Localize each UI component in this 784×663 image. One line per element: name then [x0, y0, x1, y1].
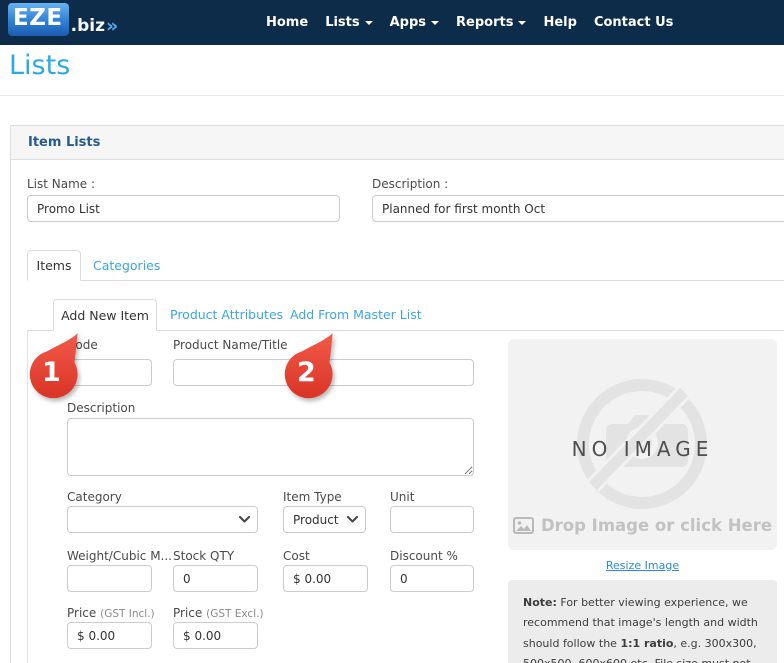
image-note: Note: For better viewing experience, we …	[508, 580, 777, 663]
panel-heading: Item Lists	[28, 135, 100, 150]
item-type-select-value: Product	[293, 513, 339, 527]
svg-text:1: 1	[42, 357, 61, 388]
price-label-sub: (GST Incl.)	[100, 608, 155, 620]
list-name-label: List Name :	[27, 177, 95, 191]
price-label-main: Price	[67, 606, 96, 620]
main-nav: Home Lists Apps Reports Help Contact Us	[266, 0, 673, 45]
price-gst-excl-label: Price (GST Excl.)	[173, 606, 264, 620]
caret-down-icon	[518, 21, 526, 25]
tab-product-attributes[interactable]: Product Attributes	[170, 307, 283, 322]
weight-label: Weight/Cubic M...	[67, 549, 172, 563]
drop-image-text: Drop Image or click Here	[541, 516, 772, 535]
nav-item-apps[interactable]: Apps	[390, 15, 439, 30]
svg-text:2: 2	[297, 357, 316, 388]
picture-icon	[513, 517, 534, 534]
page: EZE .biz » Home Lists Apps Reports Help …	[0, 0, 784, 663]
discount-input[interactable]	[390, 565, 474, 592]
price-label-sub: (GST Excl.)	[206, 608, 263, 620]
note-bold: 1:1 ratio	[620, 637, 673, 650]
annotation-marker-2: 2	[280, 330, 336, 400]
annotation-marker-1: 1	[25, 330, 81, 400]
category-label: Category	[67, 490, 122, 504]
no-image-text: NO IMAGE	[508, 437, 777, 461]
nav-item-lists[interactable]: Lists	[325, 15, 372, 30]
price-gst-incl-input[interactable]	[67, 622, 152, 649]
cost-input[interactable]	[283, 565, 368, 592]
unit-input[interactable]	[390, 506, 474, 533]
unit-label: Unit	[390, 490, 414, 504]
stock-qty-input[interactable]	[173, 565, 258, 592]
list-name-input[interactable]	[27, 195, 340, 222]
list-description-input[interactable]	[372, 195, 784, 222]
outer-tab-divider	[27, 280, 784, 281]
title-divider	[0, 95, 784, 96]
description-label: Description	[67, 401, 135, 415]
item-type-select[interactable]: Product	[283, 506, 366, 533]
brand-eze-mark: EZE	[8, 3, 69, 36]
description-textarea[interactable]	[67, 418, 474, 476]
price-label-main: Price	[173, 606, 202, 620]
chevron-down-icon	[347, 516, 358, 523]
tab-categories[interactable]: Categories	[93, 258, 160, 273]
nav-item-contact-us[interactable]: Contact Us	[594, 15, 673, 30]
nav-item-lists-label: Lists	[325, 15, 359, 30]
item-type-label: Item Type	[283, 490, 342, 504]
cost-label: Cost	[283, 549, 310, 563]
nav-item-reports[interactable]: Reports	[456, 15, 526, 30]
nav-item-home[interactable]: Home	[266, 15, 308, 30]
weight-input[interactable]	[67, 565, 152, 592]
caret-down-icon	[365, 21, 373, 25]
nav-item-help[interactable]: Help	[543, 15, 576, 30]
brand-tld: .biz	[71, 17, 105, 36]
nav-item-reports-label: Reports	[456, 15, 513, 30]
panel-header: Item Lists	[10, 125, 784, 160]
tab-add-from-master-list[interactable]: Add From Master List	[290, 307, 422, 322]
discount-label: Discount %	[390, 549, 458, 563]
tab-items[interactable]: Items	[27, 250, 81, 281]
caret-down-icon	[431, 21, 439, 25]
drop-image-hint[interactable]: Drop Image or click Here	[508, 516, 777, 535]
price-gst-incl-label: Price (GST Incl.)	[67, 606, 155, 620]
resize-image-wrapper: Resize Image	[508, 559, 777, 572]
tab-add-new-item[interactable]: Add New Item	[53, 299, 157, 331]
note-bold: Note:	[523, 596, 557, 609]
product-name-label: Product Name/Title	[173, 338, 288, 352]
brand-logo[interactable]: EZE .biz »	[8, 3, 115, 36]
page-title: Lists	[9, 50, 70, 81]
category-select[interactable]	[67, 506, 258, 533]
chevron-down-icon	[239, 516, 250, 523]
price-gst-excl-input[interactable]	[173, 622, 258, 649]
top-navbar: EZE .biz » Home Lists Apps Reports Help …	[0, 0, 784, 45]
nav-item-apps-label: Apps	[390, 15, 426, 30]
brand-arrows-icon: »	[106, 17, 115, 36]
list-description-label: Description :	[372, 177, 448, 191]
resize-image-link[interactable]: Resize Image	[606, 559, 679, 572]
stock-qty-label: Stock QTY	[173, 549, 234, 563]
